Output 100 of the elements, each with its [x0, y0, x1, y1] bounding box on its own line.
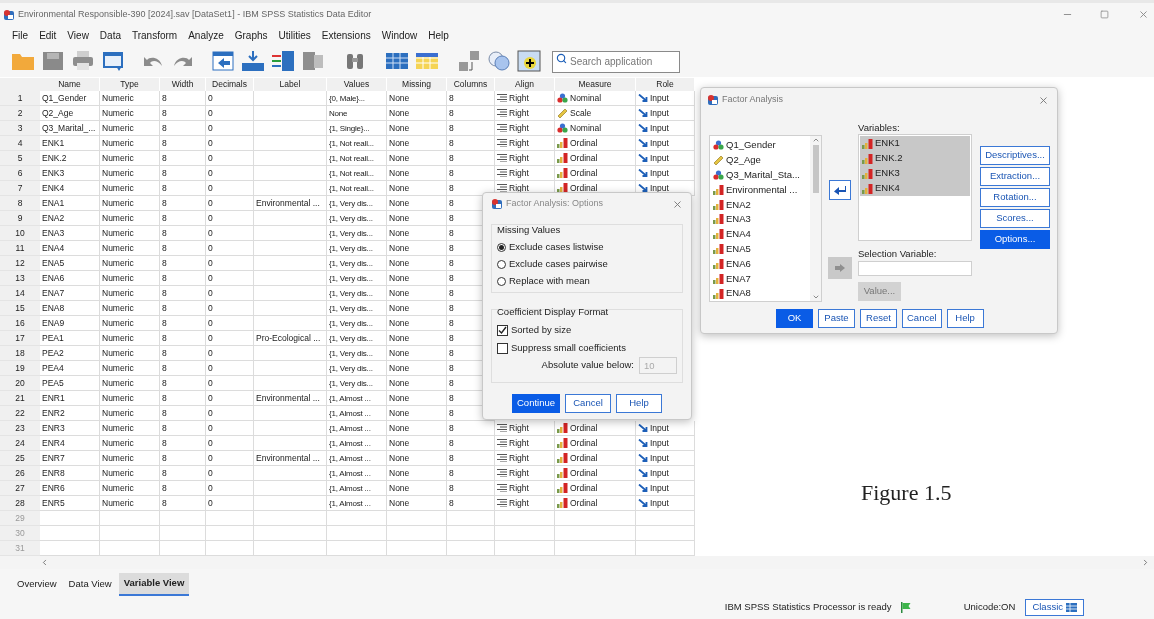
menu-item[interactable]: Graphs: [234, 27, 268, 43]
list-item[interactable]: Environmental ...: [713, 182, 810, 198]
list-item[interactable]: ENK3: [860, 166, 970, 181]
dialog-button[interactable]: Help: [946, 309, 984, 328]
table-cell: {1, Very dis...: [327, 196, 387, 211]
table-cell: Numeric: [100, 106, 160, 121]
table-cell: None: [387, 451, 447, 466]
variable-list[interactable]: Q1_Gender Q2_Age Q3_Marital_Sta... Environmental ... ENA2 ENA3 ENA4 ENA5 ENA6 ENA7 ENA8: [709, 135, 822, 302]
list-item[interactable]: ENK4: [860, 181, 970, 196]
list-item[interactable]: ENK.2: [860, 151, 970, 166]
menu-item[interactable]: Data: [99, 27, 121, 43]
table-cell: Numeric: [100, 91, 160, 106]
table-cell: 0: [206, 271, 254, 286]
table-cell: 8: [160, 466, 206, 481]
table-cell: 8: [160, 451, 206, 466]
table-cell: Numeric: [100, 466, 160, 481]
column-header: Label: [254, 78, 327, 91]
table-cell: Q3_Marital_...: [40, 121, 100, 136]
table-cell: ENA5: [40, 256, 100, 271]
list-item[interactable]: Q3_Marital_Sta...: [713, 167, 810, 183]
search-field[interactable]: Search application: [552, 50, 680, 73]
dialog-button[interactable]: Extraction...: [980, 167, 1050, 186]
row-number: 20: [0, 376, 40, 391]
column-header: Width: [160, 78, 206, 91]
table-cell: Numeric: [100, 496, 160, 511]
menu-item[interactable]: Window: [381, 27, 418, 43]
radio-option[interactable]: Exclude cases pairwise: [497, 256, 677, 273]
table-cell: Input: [636, 481, 695, 496]
radio-option[interactable]: Replace with mean: [497, 273, 677, 290]
column-header: Type: [100, 78, 160, 91]
dialog-button[interactable]: Help: [616, 394, 663, 413]
menu-item[interactable]: Analyze: [188, 27, 224, 43]
table-cell: None: [387, 136, 447, 151]
table-cell: ENA4: [40, 241, 100, 256]
list-item[interactable]: ENA3: [713, 212, 810, 227]
table-cell: {1, Almost ...: [327, 406, 387, 421]
table-cell: ENA2: [40, 211, 100, 226]
table-cell: None: [387, 421, 447, 436]
table-cell: Ordinal: [555, 436, 636, 451]
table-cell: 0: [206, 256, 254, 271]
radio-option[interactable]: Exclude cases listwise: [497, 239, 677, 256]
dialog-button[interactable]: Reset: [860, 309, 897, 328]
dialog-button[interactable]: Options...: [980, 230, 1050, 249]
variable-list[interactable]: ENK1 ENK.2 ENK3 ENK4: [858, 134, 972, 241]
table-cell: Input: [636, 451, 695, 466]
dialog-button[interactable]: Paste: [818, 309, 855, 328]
table-cell: Numeric: [100, 331, 160, 346]
table-cell: 0: [206, 181, 254, 196]
table-cell: None: [387, 151, 447, 166]
dialog-button[interactable]: Cancel: [902, 309, 942, 328]
menu-item[interactable]: File: [12, 27, 29, 43]
table-cell: Ordinal: [555, 496, 636, 511]
table-cell: Ordinal: [555, 151, 636, 166]
checkbox-option[interactable]: Suppress small coefficients: [497, 339, 677, 357]
row-number: 12: [0, 256, 40, 271]
table-cell: 8: [160, 346, 206, 361]
checkbox-option[interactable]: Sorted by size: [497, 321, 677, 339]
dialog-button[interactable]: OK: [776, 309, 813, 328]
table-cell: None: [387, 361, 447, 376]
row-number: 6: [0, 166, 40, 181]
list-item[interactable]: ENA5: [713, 241, 810, 257]
dialog-title: Factor Analysis: Options: [506, 197, 604, 211]
list-item[interactable]: ENA2: [713, 197, 810, 213]
menu-item[interactable]: Edit: [39, 27, 57, 43]
dialog-button[interactable]: Rotation...: [980, 188, 1050, 207]
dialog-button[interactable]: Continue: [512, 394, 561, 413]
menu-item[interactable]: Utilities: [278, 27, 311, 43]
table-cell: 0: [206, 421, 254, 436]
dialog-button[interactable]: Descriptives...: [980, 146, 1050, 165]
row-number: 8: [0, 196, 40, 211]
menu-item[interactable]: Transform: [132, 27, 178, 43]
table-cell: Numeric: [100, 226, 160, 241]
table-cell: PEA1: [40, 331, 100, 346]
table-cell: 0: [206, 136, 254, 151]
table-cell: 0: [206, 466, 254, 481]
list-item[interactable]: Q2_Age: [713, 152, 810, 168]
view-tab[interactable]: Variable View: [118, 573, 190, 596]
table-cell: Input: [636, 151, 695, 166]
table-cell: None: [387, 301, 447, 316]
table-cell: None: [387, 376, 447, 391]
table-cell: 0: [206, 376, 254, 391]
table-cell: ENR3: [40, 421, 100, 436]
menu-item[interactable]: Extensions: [321, 27, 371, 43]
list-item[interactable]: ENA6: [713, 256, 810, 272]
table-cell: None: [387, 271, 447, 286]
list-item[interactable]: Q1_Gender: [713, 138, 810, 153]
menu-item[interactable]: View: [67, 27, 89, 43]
field-label: Absolute value below:: [541, 358, 634, 373]
menu-item[interactable]: Help: [428, 27, 449, 43]
list-item[interactable]: ENK1: [860, 136, 970, 151]
view-tab[interactable]: Overview: [12, 573, 62, 596]
table-cell: 8: [447, 151, 495, 166]
list-item[interactable]: ENA8: [713, 286, 810, 301]
list-item[interactable]: ENA4: [713, 226, 810, 242]
view-tab[interactable]: Data View: [63, 573, 117, 596]
dialog-button[interactable]: Scores...: [980, 209, 1050, 228]
list-item[interactable]: ENA7: [713, 271, 810, 287]
classic-button[interactable]: Classic: [1025, 599, 1084, 616]
table-cell: 8: [447, 421, 495, 436]
dialog-button[interactable]: Cancel: [565, 394, 612, 413]
